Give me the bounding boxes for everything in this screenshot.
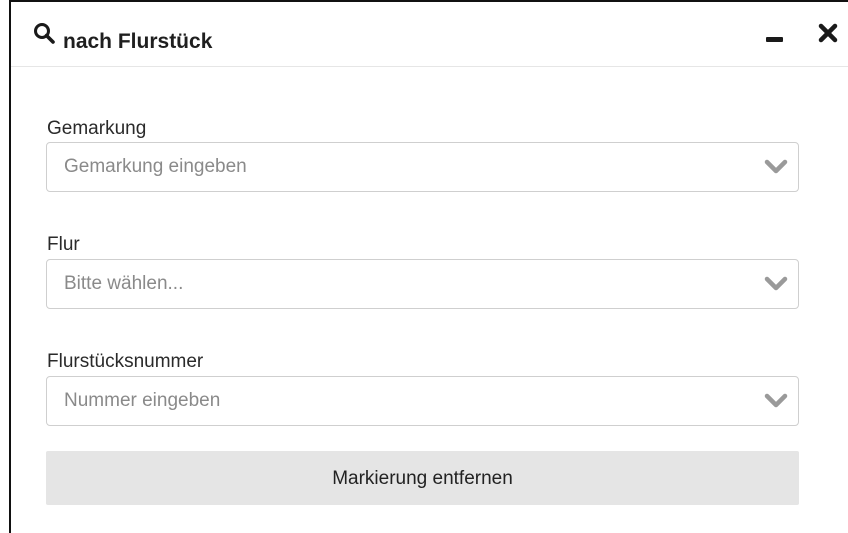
gemarkung-select[interactable]: Gemarkung eingeben xyxy=(46,142,799,192)
remove-marking-button[interactable]: Markierung entfernen xyxy=(46,451,799,505)
search-icon xyxy=(34,23,55,44)
chevron-down-icon xyxy=(764,393,788,408)
search-panel: nach Flurstück Gemarkung Gemarkung einge… xyxy=(9,0,848,533)
chevron-down-icon xyxy=(764,159,788,174)
chevron-down-icon xyxy=(764,276,788,291)
flur-select[interactable]: Bitte wählen... xyxy=(46,259,799,309)
gemarkung-label: Gemarkung xyxy=(47,118,147,139)
panel-header: nach Flurstück xyxy=(11,2,848,67)
flur-placeholder: Bitte wählen... xyxy=(64,273,184,294)
flurstuecksnummer-placeholder: Nummer eingeben xyxy=(64,390,221,411)
flurstuecksnummer-select[interactable]: Nummer eingeben xyxy=(46,376,799,426)
panel-title: nach Flurstück xyxy=(63,30,213,53)
minimize-icon[interactable] xyxy=(766,37,783,42)
gemarkung-placeholder: Gemarkung eingeben xyxy=(64,156,247,177)
flur-label: Flur xyxy=(47,234,80,255)
flurstuecksnummer-label: Flurstücksnummer xyxy=(47,351,204,372)
close-icon[interactable] xyxy=(817,22,839,44)
